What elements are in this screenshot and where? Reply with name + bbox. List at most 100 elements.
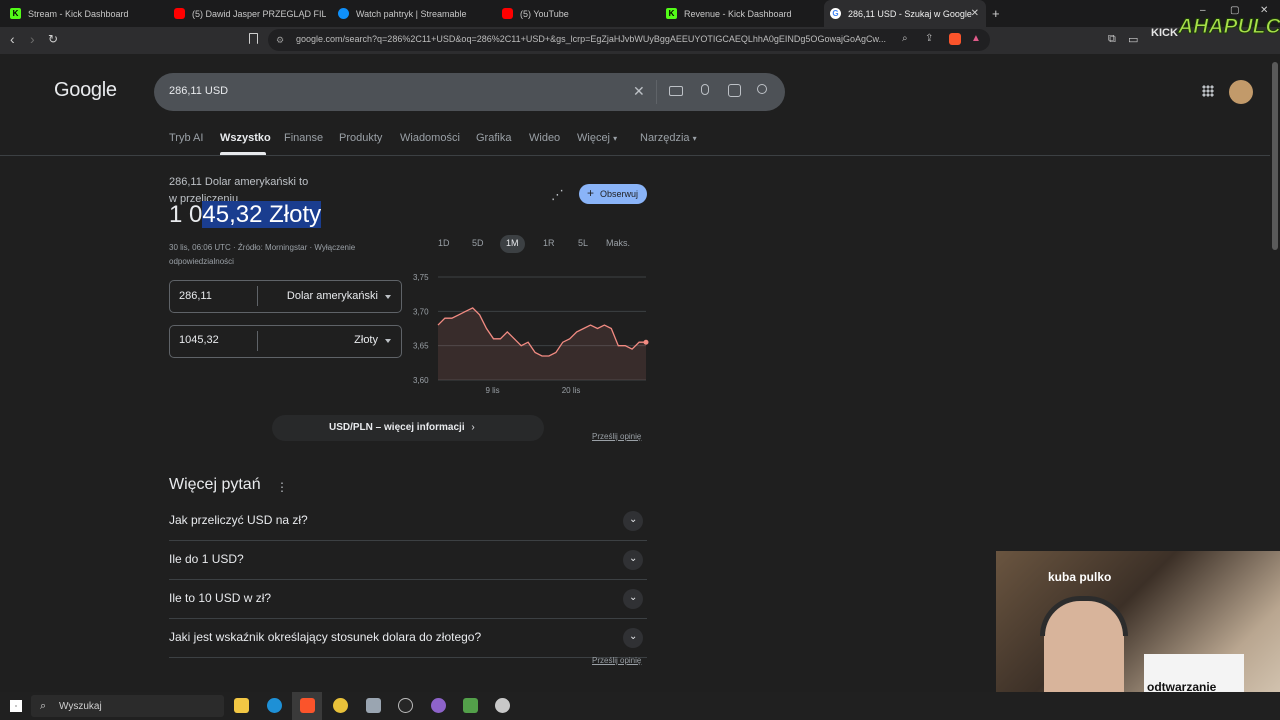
feedback-link[interactable]: Prześlij opinię bbox=[592, 432, 641, 441]
tab-title: 286,11 USD - Szukaj w Google bbox=[848, 8, 972, 19]
app-icon[interactable] bbox=[463, 698, 478, 713]
from-amount-input[interactable]: 286,11 bbox=[179, 290, 212, 302]
bookmark-icon[interactable] bbox=[249, 33, 258, 44]
chevron-down-icon bbox=[385, 295, 391, 299]
tab-google-search[interactable]: G 286,11 USD - Szukaj w Google ✕ bbox=[824, 0, 986, 27]
tab-youtube[interactable]: (5) YouTube bbox=[496, 0, 656, 27]
tab-streamable[interactable]: Watch pahtryk | Streamable bbox=[332, 0, 492, 27]
brave-shield-icon[interactable] bbox=[949, 33, 961, 45]
app-icon[interactable] bbox=[431, 698, 446, 713]
paa-question[interactable]: Jak przeliczyć USD na zł? bbox=[169, 513, 308, 527]
question-line-1: 286,11 Dolar amerykański to bbox=[169, 176, 309, 188]
search-icon[interactable] bbox=[757, 84, 767, 94]
exchange-rate-chart[interactable]: 3,75 3,70 3,65 3,60 9 lis 20 lis bbox=[410, 268, 650, 398]
tab-wiecej[interactable]: Więcej ▾ bbox=[577, 132, 617, 144]
paa-divider bbox=[169, 540, 647, 541]
paa-question[interactable]: Ile do 1 USD? bbox=[169, 552, 244, 566]
more-options-icon[interactable]: ⋮ bbox=[276, 480, 288, 494]
chart-y-tick-label: 3,65 bbox=[413, 342, 429, 351]
search-box[interactable] bbox=[154, 73, 785, 111]
brave-rewards-icon[interactable]: ▲ bbox=[971, 33, 981, 44]
follow-label: Obserwuj bbox=[600, 189, 639, 199]
chart-y-tick-label: 3,75 bbox=[413, 273, 429, 282]
chevron-down-icon: ⌄ bbox=[629, 514, 638, 525]
range-5d[interactable]: 5D bbox=[472, 238, 484, 248]
file-explorer-icon[interactable] bbox=[234, 698, 249, 713]
tab-produkty[interactable]: Produkty bbox=[339, 132, 382, 144]
chart-y-tick-label: 3,60 bbox=[413, 376, 429, 385]
windows-start-icon[interactable] bbox=[10, 700, 22, 712]
plus-icon: + bbox=[587, 186, 595, 200]
reload-icon[interactable]: ↻ bbox=[48, 32, 58, 46]
google-logo[interactable]: Google bbox=[54, 79, 117, 102]
chart-x-tick-label: 9 lis bbox=[485, 386, 499, 395]
voice-search-icon[interactable] bbox=[701, 84, 709, 95]
tab-title: Stream - Kick Dashboard bbox=[28, 8, 129, 19]
chart-x-tick-label: 20 lis bbox=[562, 386, 581, 395]
new-tab-icon[interactable]: + bbox=[992, 6, 1000, 21]
kick-logo-text: KICK bbox=[1151, 27, 1178, 39]
paa-title: Więcej pytań bbox=[169, 476, 261, 493]
close-tab-icon[interactable]: ✕ bbox=[971, 8, 979, 19]
more-info-label: USD/PLN – więcej informacji › bbox=[329, 422, 475, 433]
kick-icon: K bbox=[10, 8, 21, 19]
tab-finanse[interactable]: Finanse bbox=[284, 132, 323, 144]
tab-title: Watch pahtryk | Streamable bbox=[356, 8, 467, 19]
chrome-icon[interactable] bbox=[333, 698, 348, 713]
search-icon: ⌕ bbox=[40, 700, 47, 712]
share-page-icon[interactable]: ⇪ bbox=[925, 33, 933, 44]
chevron-down-icon: ⌄ bbox=[629, 592, 638, 603]
avatar[interactable] bbox=[1229, 80, 1253, 104]
range-5l[interactable]: 5L bbox=[578, 238, 588, 248]
tab-narzedzia-label: Narzędzia bbox=[640, 132, 690, 144]
paa-question[interactable]: Jaki jest wskaźnik określający stosunek … bbox=[169, 630, 481, 644]
paa-divider bbox=[169, 579, 647, 580]
range-max[interactable]: Maks. bbox=[606, 238, 630, 248]
field-divider bbox=[257, 286, 258, 306]
scrollbar-thumb[interactable] bbox=[1272, 62, 1278, 250]
from-currency-select[interactable]: Dolar amerykański bbox=[270, 290, 378, 302]
tab-dawid-jasper[interactable]: (5) Dawid Jasper PRZEGLĄD FILMIKÓ bbox=[168, 0, 326, 27]
share-icon[interactable]: ⋰ bbox=[551, 187, 564, 203]
feedback-link[interactable]: Prześlij opinię bbox=[592, 656, 641, 665]
tab-wiecej-label: Więcej bbox=[577, 132, 611, 144]
edge-icon[interactable] bbox=[267, 698, 282, 713]
taskbar-search-text: Wyszukaj bbox=[59, 701, 102, 712]
keyboard-icon[interactable] bbox=[669, 86, 683, 96]
obs-icon[interactable] bbox=[398, 698, 413, 713]
more-info-text: USD/PLN – więcej informacji bbox=[329, 422, 465, 433]
youtube-icon bbox=[174, 8, 185, 19]
tab-wideo[interactable]: Wideo bbox=[529, 132, 560, 144]
to-amount-input[interactable]: 1045,32 bbox=[179, 334, 219, 346]
extensions-icon[interactable]: ⧉ bbox=[1108, 33, 1116, 46]
tab-stream-kick[interactable]: K Stream - Kick Dashboard bbox=[4, 0, 164, 27]
range-1d[interactable]: 1D bbox=[438, 238, 450, 248]
search-input[interactable]: 286,11 USD bbox=[169, 85, 228, 97]
tab-narzedzia[interactable]: Narzędzia ▾ bbox=[640, 132, 697, 144]
tab-grafika[interactable]: Grafika bbox=[476, 132, 511, 144]
tab-tryb-ai[interactable]: Tryb AI bbox=[169, 132, 203, 144]
back-icon[interactable]: ‹ bbox=[10, 31, 15, 47]
paa-question[interactable]: Ile to 10 USD w zł? bbox=[169, 591, 271, 605]
to-currency-select[interactable]: Złoty bbox=[300, 334, 378, 346]
range-1r[interactable]: 1R bbox=[543, 238, 555, 248]
meta-date: 30 lis, 06:06 UTC bbox=[169, 243, 231, 252]
ahapulco-logo: AHAPULCO bbox=[1178, 15, 1280, 39]
tab-revenue-kick[interactable]: K Revenue - Kick Dashboard bbox=[660, 0, 820, 27]
apps-grid-icon[interactable] bbox=[1202, 85, 1214, 97]
tab-wiadomosci[interactable]: Wiadomości bbox=[400, 132, 460, 144]
url-text[interactable]: google.com/search?q=286%2C11+USD&oq=286%… bbox=[296, 34, 886, 44]
site-info-icon[interactable]: ⚙ bbox=[276, 35, 284, 46]
app-icon[interactable] bbox=[495, 698, 510, 713]
forward-icon[interactable]: › bbox=[30, 31, 35, 47]
range-1m[interactable]: 1M bbox=[506, 238, 519, 248]
app-icon[interactable] bbox=[366, 698, 381, 713]
tab-wszystko[interactable]: Wszystko bbox=[220, 132, 271, 144]
brave-icon[interactable] bbox=[300, 698, 315, 713]
sidebar-icon[interactable]: ▭ bbox=[1128, 33, 1138, 46]
lens-icon[interactable] bbox=[728, 84, 741, 97]
nav-divider bbox=[0, 155, 1270, 156]
zoom-icon[interactable]: ⌕ bbox=[902, 33, 908, 44]
clear-search-icon[interactable]: ✕ bbox=[633, 83, 645, 100]
google-icon: G bbox=[830, 8, 841, 19]
